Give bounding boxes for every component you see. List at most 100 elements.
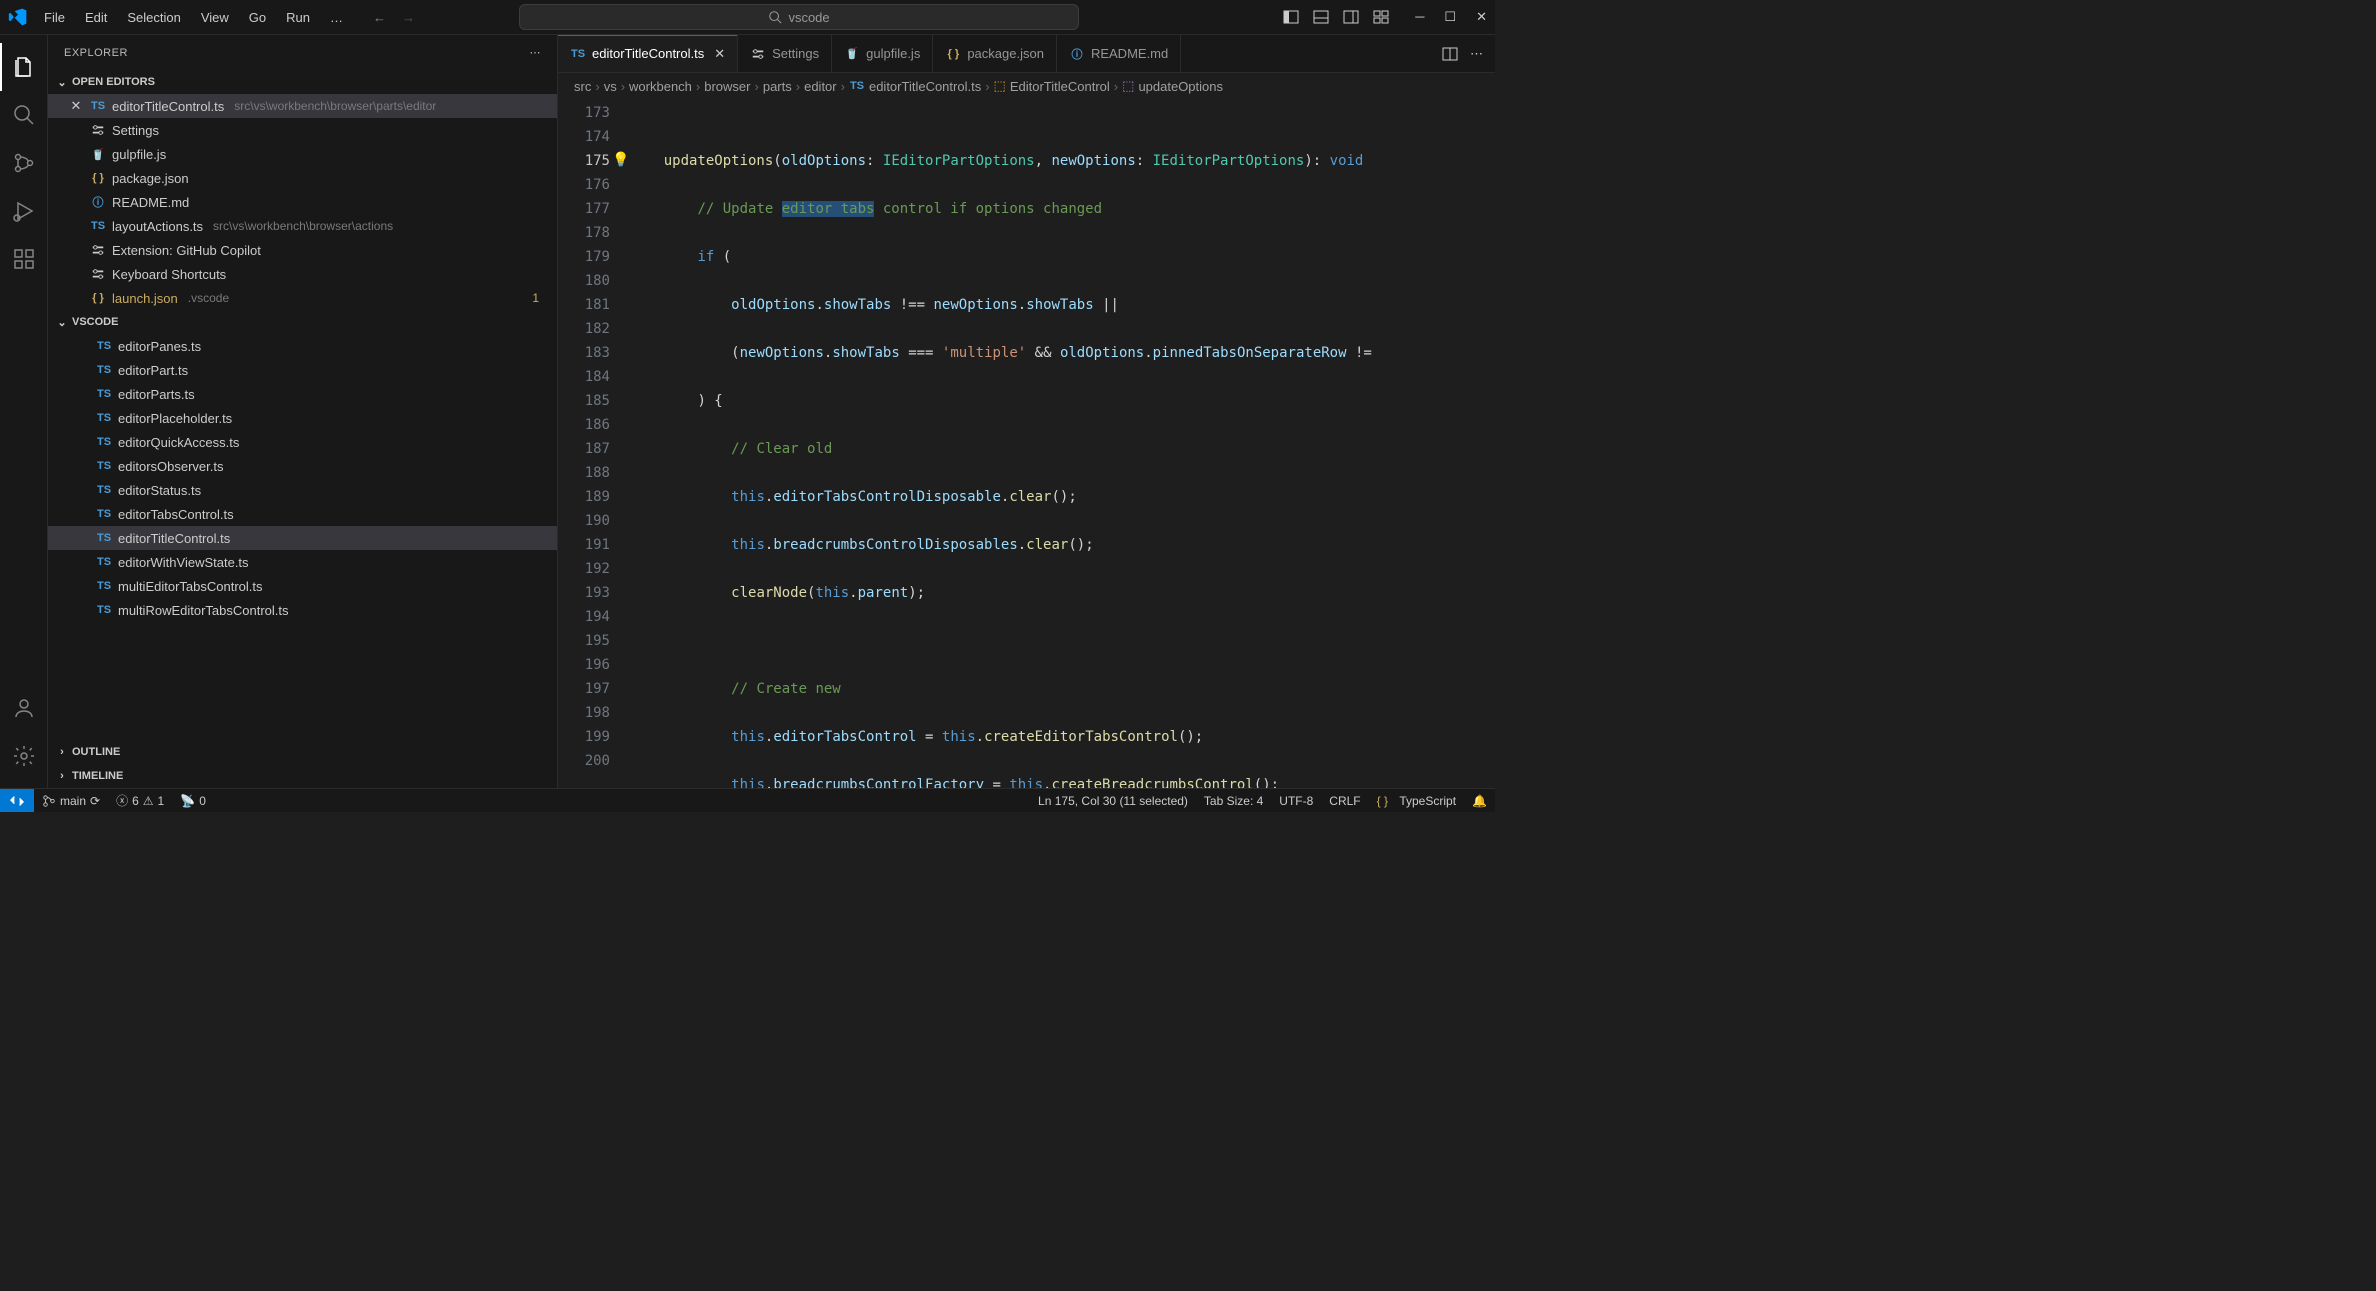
open-editor-item[interactable]: 🥤gulpfile.js: [48, 142, 557, 166]
open-editor-item[interactable]: ✕TSeditorTitleControl.tssrc\vs\workbench…: [48, 94, 557, 118]
split-editor-icon[interactable]: [1442, 46, 1458, 62]
file-name: editorsObserver.ts: [118, 459, 224, 474]
file-tree-item[interactable]: TSeditorPlaceholder.ts: [48, 406, 557, 430]
menu-more[interactable]: …: [322, 6, 351, 29]
file-tree-item[interactable]: TSmultiEditorTabsControl.ts: [48, 574, 557, 598]
activity-accounts-icon[interactable]: [0, 684, 48, 732]
editor-tab[interactable]: { }package.json: [933, 35, 1057, 72]
open-editor-item[interactable]: TSlayoutActions.tssrc\vs\workbench\brows…: [48, 214, 557, 238]
tab-label: gulpfile.js: [866, 46, 920, 61]
file-name: launch.json: [112, 291, 178, 306]
breadcrumb-separator: ›: [1114, 79, 1118, 94]
breadcrumb-separator: ›: [621, 79, 625, 94]
editor-area: TSeditorTitleControl.ts ✕ Settings 🥤gulpfil…: [558, 35, 1495, 788]
command-center[interactable]: vscode: [519, 4, 1079, 30]
file-tree-item[interactable]: TSeditorsObserver.ts: [48, 454, 557, 478]
close-icon[interactable]: ✕: [68, 98, 84, 114]
activity-extensions-icon[interactable]: [0, 235, 48, 283]
encoding[interactable]: UTF-8: [1271, 794, 1321, 808]
activity-scm-icon[interactable]: [0, 139, 48, 187]
menu-go[interactable]: Go: [241, 6, 274, 29]
language-mode[interactable]: { } TypeScript: [1369, 794, 1464, 808]
timeline-header[interactable]: › TIMELINE: [48, 764, 557, 788]
chevron-right-icon: ›: [56, 746, 68, 758]
breadcrumb-item[interactable]: parts: [763, 79, 792, 94]
nav-forward-icon[interactable]: →: [400, 8, 417, 27]
menu-run[interactable]: Run: [278, 6, 318, 29]
branch-name: main: [60, 794, 86, 808]
activity-settings-icon[interactable]: [0, 732, 48, 780]
breadcrumb-item[interactable]: src: [574, 79, 591, 94]
activity-search-icon[interactable]: [0, 91, 48, 139]
editor-tab[interactable]: ⓘREADME.md: [1057, 35, 1181, 72]
breadcrumb-item[interactable]: workbench: [629, 79, 692, 94]
lightbulb-icon[interactable]: 💡: [612, 151, 629, 168]
file-tree-item[interactable]: TSeditorParts.ts: [48, 382, 557, 406]
menu-file[interactable]: File: [36, 6, 73, 29]
breadcrumb-item[interactable]: vs: [604, 79, 617, 94]
error-icon: ⓧ: [116, 792, 128, 809]
cursor-position[interactable]: Ln 175, Col 30 (11 selected): [1030, 794, 1196, 808]
file-tree-item[interactable]: TSmultiRowEditorTabsControl.ts: [48, 598, 557, 622]
file-tree-item[interactable]: TSeditorTitleControl.ts: [48, 526, 557, 550]
toggle-panel-icon[interactable]: [1313, 9, 1329, 25]
tab-size[interactable]: Tab Size: 4: [1196, 794, 1271, 808]
notifications-icon[interactable]: 🔔: [1464, 794, 1495, 808]
branch-indicator[interactable]: main ⟳: [34, 794, 108, 808]
activity-explorer-icon[interactable]: [0, 43, 48, 91]
editor-tab[interactable]: 🥤gulpfile.js: [832, 35, 933, 72]
breadcrumb-separator: ›: [595, 79, 599, 94]
menu-bar: File Edit Selection View Go Run …: [36, 6, 351, 29]
open-editor-item[interactable]: Extension: GitHub Copilot: [48, 238, 557, 262]
open-editor-item[interactable]: ⓘREADME.md: [48, 190, 557, 214]
toggle-primary-sidebar-icon[interactable]: [1283, 9, 1299, 25]
folder-header[interactable]: ⌄ VSCODE: [48, 310, 557, 334]
file-name: multiRowEditorTabsControl.ts: [118, 603, 289, 618]
nav-back-icon[interactable]: ←: [371, 8, 388, 27]
breadcrumb-item[interactable]: editor: [804, 79, 837, 94]
file-tree-item[interactable]: TSeditorStatus.ts: [48, 478, 557, 502]
menu-edit[interactable]: Edit: [77, 6, 115, 29]
sync-icon[interactable]: ⟳: [90, 794, 100, 808]
breadcrumb-item[interactable]: ⬚updateOptions: [1122, 78, 1223, 94]
outline-header[interactable]: › OUTLINE: [48, 740, 557, 764]
radio-tower-icon: 📡: [180, 794, 195, 808]
status-bar: main ⟳ ⓧ6 ⚠1 📡0 Ln 175, Col 30 (11 selec…: [0, 788, 1495, 812]
breadcrumb-separator: ›: [755, 79, 759, 94]
open-editor-item[interactable]: { }package.json: [48, 166, 557, 190]
open-editor-item[interactable]: Keyboard Shortcuts: [48, 262, 557, 286]
code-editor[interactable]: 💡 17317417517617717817918018118218318418…: [558, 99, 1495, 788]
open-editor-item[interactable]: { }launch.json.vscode1: [48, 286, 557, 310]
file-tree-item[interactable]: TSeditorPanes.ts: [48, 334, 557, 358]
menu-view[interactable]: View: [193, 6, 237, 29]
more-actions-icon[interactable]: ⋯: [1470, 46, 1483, 62]
toggle-secondary-sidebar-icon[interactable]: [1343, 9, 1359, 25]
close-tab-icon[interactable]: ✕: [714, 46, 725, 62]
editor-tab[interactable]: TSeditorTitleControl.ts✕: [558, 35, 738, 72]
editor-tab[interactable]: Settings: [738, 35, 832, 72]
file-tree-item[interactable]: TSeditorWithViewState.ts: [48, 550, 557, 574]
eol[interactable]: CRLF: [1321, 794, 1368, 808]
file-tree-item[interactable]: TSeditorTabsControl.ts: [48, 502, 557, 526]
breadcrumb-item[interactable]: ⬚EditorTitleControl: [994, 78, 1110, 94]
window-close-icon[interactable]: ✕: [1476, 9, 1487, 25]
menu-selection[interactable]: Selection: [119, 6, 188, 29]
code-content[interactable]: updateOptions(oldOptions: IEditorPartOpt…: [630, 99, 1495, 788]
open-editor-item[interactable]: Settings: [48, 118, 557, 142]
customize-layout-icon[interactable]: [1373, 9, 1389, 25]
activity-debug-icon[interactable]: [0, 187, 48, 235]
open-editors-header[interactable]: ⌄ OPEN EDITORS: [48, 70, 557, 94]
breadcrumb-item[interactable]: browser: [704, 79, 750, 94]
file-name: editorStatus.ts: [118, 483, 201, 498]
file-tree-item[interactable]: TSeditorQuickAccess.ts: [48, 430, 557, 454]
tab-label: Settings: [772, 46, 819, 61]
sidebar-more-icon[interactable]: ⋯: [530, 46, 542, 59]
window-maximize-icon[interactable]: ☐: [1444, 9, 1456, 25]
problems-indicator[interactable]: ⓧ6 ⚠1: [108, 792, 172, 809]
window-minimize-icon[interactable]: ─: [1415, 9, 1424, 25]
ports-indicator[interactable]: 📡0: [172, 794, 214, 808]
tab-label: editorTitleControl.ts: [592, 46, 704, 61]
remote-indicator[interactable]: [0, 789, 34, 812]
file-tree-item[interactable]: TSeditorPart.ts: [48, 358, 557, 382]
breadcrumb-item[interactable]: TSeditorTitleControl.ts: [849, 78, 981, 94]
